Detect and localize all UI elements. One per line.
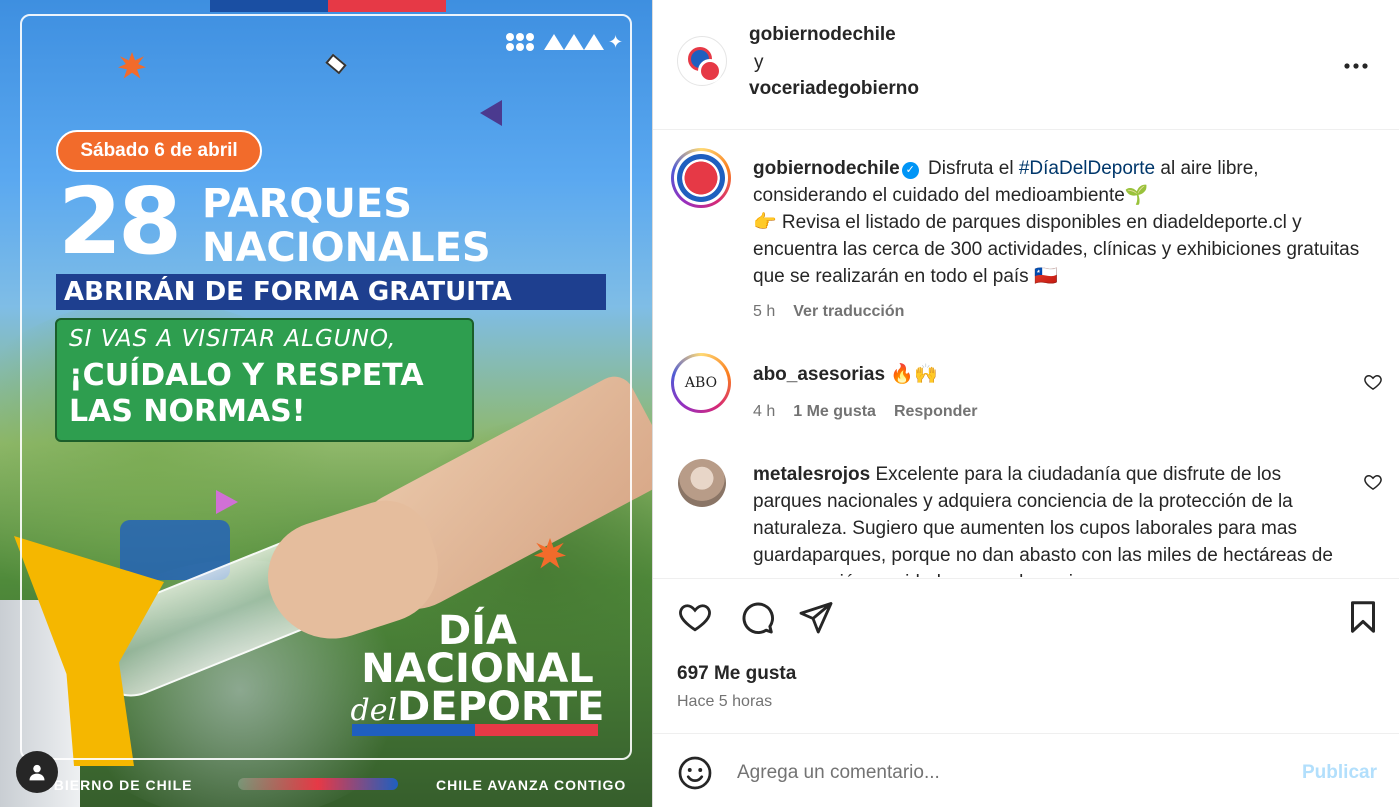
reply-button[interactable]: Responder xyxy=(894,403,978,421)
commenter-username-link[interactable]: metalesrojos xyxy=(753,464,870,485)
comment-composer: Publicar xyxy=(653,735,1399,807)
tagged-users-button[interactable] xyxy=(16,751,58,793)
like-count-link[interactable]: 697 Me gusta xyxy=(677,663,796,685)
comment-bubble-icon[interactable] xyxy=(739,599,775,635)
caption-time: 5 h xyxy=(753,303,776,320)
comment-meta: 4 h 1 Me gusta Responder xyxy=(753,403,978,421)
more-options-button[interactable] xyxy=(1343,50,1369,76)
comment-input[interactable] xyxy=(737,755,1257,791)
event-title-line2: NACIONAL xyxy=(361,646,594,692)
flag-stripe xyxy=(210,0,446,12)
caption-body: Disfruta el xyxy=(922,158,1019,179)
post-image[interactable]: ✦ Sábado 6 de abril 28 PARQUES NACIONALE… xyxy=(0,0,652,807)
publish-button[interactable]: Publicar xyxy=(1302,762,1377,784)
brand-logo-icon: ✦ xyxy=(506,33,623,51)
comment-text: metalesrojos Excelente para la ciudadaní… xyxy=(753,461,1353,577)
caption-username-link[interactable]: gobiernodechile xyxy=(753,158,900,179)
more-horizontal-icon xyxy=(1344,63,1368,69)
event-title-del: del xyxy=(350,693,398,728)
like-heart-icon[interactable] xyxy=(677,599,713,635)
comment-body: 🔥🙌 xyxy=(885,364,938,385)
flag-swoosh xyxy=(238,778,398,790)
share-paper-plane-icon[interactable] xyxy=(798,599,834,635)
flag-bar xyxy=(352,724,598,736)
avatar-logo-text: ABO xyxy=(677,359,725,407)
event-title: DÍA NACIONAL delDEPORTE xyxy=(350,608,605,730)
translate-link[interactable]: Ver traducción xyxy=(793,303,904,321)
post-timestamp[interactable]: Hace 5 horas xyxy=(677,693,772,711)
care-message-box: SI VAS A VISITAR ALGUNO, ¡CUÍDALO Y RESP… xyxy=(55,318,474,442)
like-comment-heart-icon[interactable] xyxy=(1363,372,1383,392)
post-header: gobiernodechile y voceriadegobierno xyxy=(653,0,1399,130)
bookmark-icon[interactable] xyxy=(1345,599,1381,635)
parks-heading-line2: NACIONALES xyxy=(202,225,491,271)
triangle-icon xyxy=(480,100,502,126)
author-avatar[interactable] xyxy=(677,36,727,86)
parks-heading: PARQUES NACIONALES xyxy=(202,182,491,270)
care-message-line2b: LAS NORMAS! xyxy=(69,394,306,429)
slogan-label: CHILE AVANZA CONTIGO xyxy=(436,777,627,793)
triangle-icon xyxy=(216,490,238,514)
verified-badge-icon: ✓ xyxy=(901,162,919,179)
caption-body: 👉 Revisa el listado de parques disponibl… xyxy=(753,212,1360,287)
collaborator-username-link[interactable]: voceriadegobierno xyxy=(749,78,919,100)
post-actions: 697 Me gusta Hace 5 horas xyxy=(653,578,1399,734)
parks-count: 28 xyxy=(58,168,182,275)
caption-avatar[interactable] xyxy=(671,148,731,208)
hashtag-link[interactable]: #DíaDelDeporte xyxy=(1019,158,1155,179)
emoji-smile-icon[interactable] xyxy=(677,755,713,791)
comments-list[interactable]: gobiernodechile ✓ Disfruta el #DíaDelDepo… xyxy=(653,131,1399,577)
comment-time: 4 h xyxy=(753,403,776,420)
user-icon xyxy=(29,764,45,781)
collab-conjunction: y xyxy=(754,52,764,73)
parks-heading-line1: PARQUES xyxy=(202,181,413,227)
commenter-avatar[interactable] xyxy=(678,459,726,507)
comment-likes-link[interactable]: 1 Me gusta xyxy=(793,403,876,421)
caption-meta: 5 h Ver traducción xyxy=(753,303,904,321)
commenter-username-link[interactable]: abo_asesorias xyxy=(753,364,885,385)
care-message-line2a: ¡CUÍDALO Y RESPETA xyxy=(69,358,424,393)
post-sidebar: gobiernodechile y voceriadegobierno gobi… xyxy=(652,0,1399,807)
event-title-line1: DÍA xyxy=(437,608,518,654)
like-comment-heart-icon[interactable] xyxy=(1363,472,1383,492)
commenter-avatar[interactable]: ABO xyxy=(671,353,731,413)
free-entry-banner: ABRIRÁN DE FORMA GRATUITA xyxy=(56,274,606,310)
author-username-link[interactable]: gobiernodechile xyxy=(749,24,896,46)
caption-text: gobiernodechile ✓ Disfruta el #DíaDelDepo… xyxy=(753,155,1368,290)
date-pill: Sábado 6 de abril xyxy=(56,130,262,172)
care-message-line1: SI VAS A VISITAR ALGUNO, xyxy=(69,326,397,352)
care-message-line2: ¡CUÍDALO Y RESPETA LAS NORMAS! xyxy=(69,358,460,430)
comment-text: abo_asesorias 🔥🙌 xyxy=(753,361,1353,388)
